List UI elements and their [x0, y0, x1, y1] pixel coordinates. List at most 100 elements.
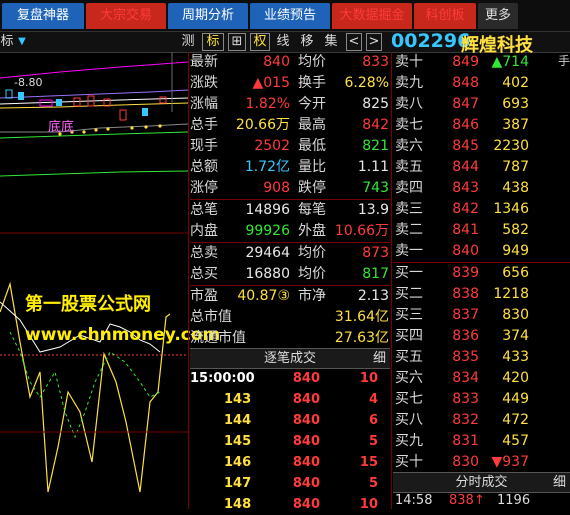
quote-row: 流通市值 27.63亿	[190, 328, 390, 349]
fenshi-header[interactable]: 分时成交 细	[393, 472, 570, 493]
buy-order-row[interactable]: 买一 839 656	[393, 263, 558, 284]
tool-quan[interactable]: 权	[250, 33, 270, 51]
sell-order-row[interactable]: 卖九 848 402	[393, 73, 558, 94]
buy-order-label: 买五	[395, 349, 423, 365]
sell-order-price: 846	[452, 117, 479, 133]
tab-kechuang[interactable]: 科创板	[414, 3, 476, 29]
buy-order-label: 买二	[395, 286, 423, 302]
indicator-label[interactable]: 标	[0, 33, 14, 51]
sell-order-row[interactable]: 卖三 842 1346	[393, 199, 558, 220]
value-current-hands: 2502	[254, 138, 290, 154]
label-total-buy: 总买	[190, 266, 218, 282]
fenshi-title: 分时成交	[455, 475, 508, 490]
label-sell-avg: 均价	[298, 245, 326, 261]
label-turnover: 换手	[298, 75, 326, 91]
value-total-hands: 20.66万	[235, 117, 290, 133]
sell-order-volume: 387	[502, 117, 529, 133]
sell-order-label: 卖九	[395, 75, 423, 91]
value-low: 821	[362, 138, 389, 154]
buy-order-price: 830	[452, 454, 479, 470]
label-high: 最高	[298, 117, 326, 133]
buy-order-row[interactable]: 买七 833 449	[393, 389, 558, 410]
nav-prev-button[interactable]: <	[346, 33, 362, 51]
quote-row: 总卖 29464 均价 873	[190, 243, 390, 264]
label-current-hands: 现手	[190, 138, 218, 154]
buy-order-row[interactable]: 买六 834 420	[393, 368, 558, 389]
sell-order-row[interactable]: 卖一 840 949	[393, 241, 558, 262]
tick-row: 148 840 10	[224, 497, 378, 512]
ticks-detail-button[interactable]: 细	[373, 349, 386, 368]
buy-order-label: 买四	[395, 328, 423, 344]
buy-order-volume: 374	[502, 328, 529, 344]
top-tab-bar: 复盘神器 大宗交易 周期分析 业绩预告 大数据掘金 科创板 更多	[0, 0, 570, 32]
value-latest: 840	[263, 54, 290, 70]
sell-order-row[interactable]: 卖八 847 693	[393, 94, 558, 115]
buy-order-price: 832	[452, 412, 479, 428]
kline-chart[interactable]: -8.80 底底 第一股票公式网 www.chnmoney.com	[0, 52, 220, 509]
tool-biao[interactable]: 标	[202, 33, 224, 51]
dropdown-arrow-icon[interactable]: ▼	[16, 33, 28, 51]
label-low: 最低	[298, 138, 326, 154]
tab-yeji[interactable]: 业绩预告	[250, 3, 330, 29]
label-outer: 外盘	[298, 223, 326, 239]
tick-row: 15:00:00 840 10	[190, 371, 378, 386]
buy-order-row[interactable]: 买五 835 433	[393, 347, 558, 368]
value-inner: 99926	[245, 223, 290, 239]
tool-ce[interactable]: 测	[180, 33, 196, 51]
tick-row: 146 840 15	[224, 455, 378, 470]
sell-order-row[interactable]: 卖六 845 2230	[393, 136, 558, 157]
buy-order-label: 买一	[395, 265, 423, 281]
tab-dashuju[interactable]: 大数据掘金	[332, 3, 412, 29]
tab-more[interactable]: 更多	[478, 3, 518, 29]
label-trades: 总笔	[190, 202, 218, 218]
quote-row: 市盈 40.87③ 市净 2.13	[190, 286, 390, 307]
toolbar: 标 ▼ 测 标 ⊞ 权 线 移 集 < > 002296 辉煌科技	[0, 30, 570, 56]
quote-row: 总市值 31.64亿	[190, 307, 390, 328]
quote-row: 涨幅 1.82% 今开 825	[190, 94, 390, 115]
buy-order-row[interactable]: 买二 838 1218	[393, 284, 558, 305]
buy-order-price: 831	[452, 433, 479, 449]
tab-fupan[interactable]: 复盘神器	[2, 3, 84, 29]
buy-order-row[interactable]: 买十 830 ▼937	[393, 452, 558, 473]
value-vol-ratio: 1.11	[357, 159, 389, 175]
grid-icon[interactable]: ⊞	[228, 33, 246, 51]
tab-zhouqi[interactable]: 周期分析	[168, 3, 248, 29]
sell-order-price: 848	[452, 75, 479, 91]
sell-order-row[interactable]: 卖十 849 ▲714	[393, 52, 558, 73]
fenshi-row: 14:58 838↑ 1196	[395, 493, 531, 508]
sell-order-label: 卖二	[395, 222, 423, 238]
buy-order-row[interactable]: 买九 831 457	[393, 431, 558, 452]
nav-next-button[interactable]: >	[366, 33, 382, 51]
quote-panel: 最新 840 均价 833 涨跌 ▲015 换手 6.28% 涨幅 1.82% …	[190, 52, 390, 348]
sell-order-row[interactable]: 卖七 846 387	[393, 115, 558, 136]
buy-order-row[interactable]: 买三 837 830	[393, 305, 558, 326]
buy-order-row[interactable]: 买八 832 472	[393, 410, 558, 431]
buy-order-row[interactable]: 买四 836 374	[393, 326, 558, 347]
tool-xian[interactable]: 线	[274, 33, 292, 51]
buy-order-price: 837	[452, 307, 479, 323]
buy-order-volume: 457	[502, 433, 529, 449]
label-total-sell: 总卖	[190, 245, 218, 261]
ticks-list: 15:00:00 840 10 143 840 4 144 840 6 145 …	[190, 368, 390, 512]
sell-order-label: 卖五	[395, 159, 423, 175]
price-marker-label: -8.80	[14, 76, 43, 89]
sell-order-row[interactable]: 卖二 841 582	[393, 220, 558, 241]
sell-order-label: 卖四	[395, 180, 423, 196]
label-per-trade: 每笔	[298, 202, 326, 218]
sell-order-row[interactable]: 卖五 844 787	[393, 157, 558, 178]
tick-row: 147 840 5	[224, 476, 378, 491]
label-open: 今开	[298, 96, 326, 112]
tab-dazong[interactable]: 大宗交易	[86, 3, 166, 29]
sell-order-volume: 438	[502, 180, 529, 196]
value-turnover: 6.28%	[344, 75, 389, 91]
tool-ji[interactable]: 集	[322, 33, 340, 51]
value-market-cap: 31.64亿	[334, 309, 389, 325]
fenshi-detail-button[interactable]: 细	[553, 473, 566, 492]
ticks-header[interactable]: 逐笔成交 细	[190, 348, 390, 369]
buy-order-volume: 656	[502, 265, 529, 281]
tool-yi[interactable]: 移	[298, 33, 316, 51]
side-unit-label: 手	[558, 54, 570, 68]
buy-order-price: 834	[452, 370, 479, 386]
buy-order-price: 835	[452, 349, 479, 365]
sell-order-row[interactable]: 卖四 843 438	[393, 178, 558, 199]
